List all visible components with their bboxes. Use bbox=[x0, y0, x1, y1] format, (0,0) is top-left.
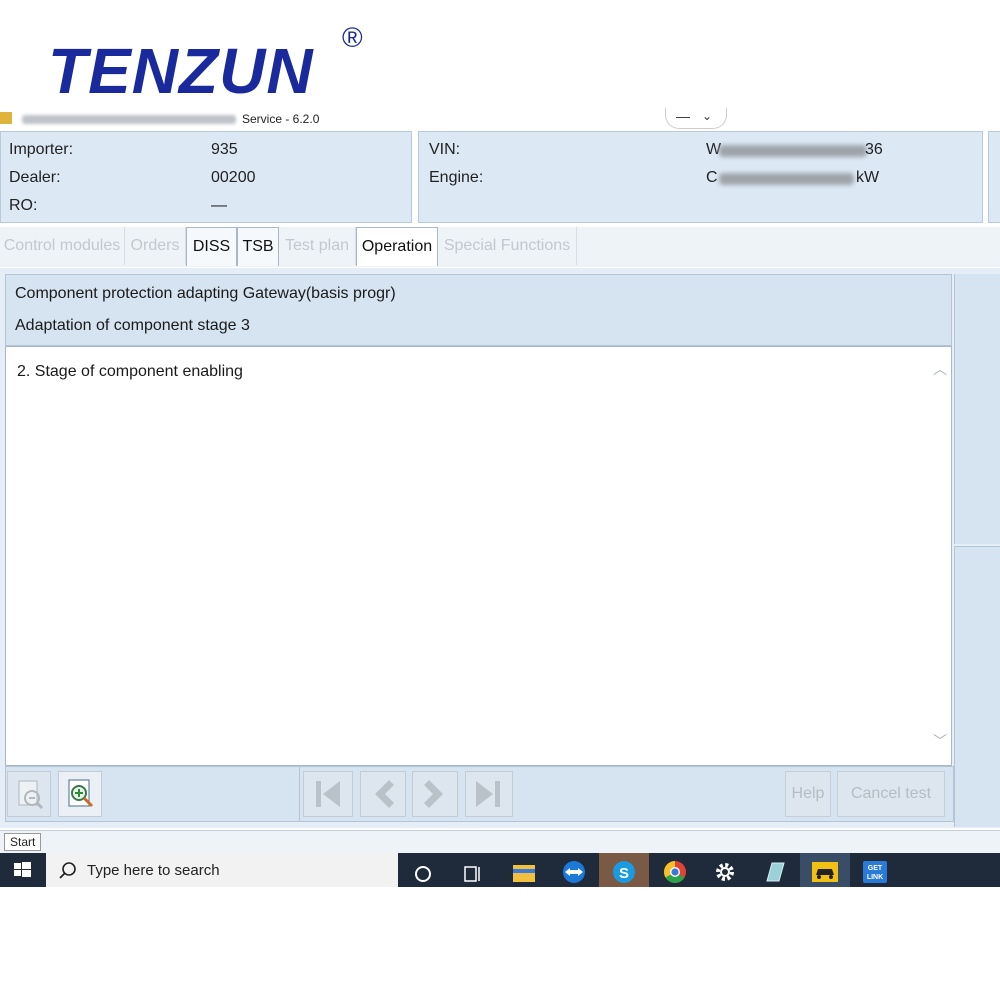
operation-header: Component protection adapting Gateway(ba… bbox=[5, 274, 952, 346]
skip-first-icon bbox=[316, 781, 340, 807]
zoom-out-button[interactable] bbox=[7, 771, 51, 817]
taskbar-search-box[interactable]: Type here to search bbox=[46, 853, 398, 887]
chrome-icon bbox=[664, 861, 686, 883]
app-icon bbox=[0, 112, 12, 124]
importer-value: 935 bbox=[211, 141, 238, 158]
operation-subtitle: Adaptation of component stage 3 bbox=[15, 317, 250, 334]
info-panel-edge bbox=[988, 131, 1000, 223]
content-pane: 2. Stage of component enabling ︿ ﹀ bbox=[5, 346, 952, 766]
getlink-button[interactable]: GET LINK bbox=[850, 853, 900, 887]
previous-button[interactable] bbox=[360, 771, 406, 817]
importer-label: Importer: bbox=[9, 141, 74, 158]
app-start-bar: Start bbox=[0, 830, 1000, 853]
scroll-up-icon[interactable]: ︿ bbox=[933, 359, 947, 379]
dealer-label: Dealer: bbox=[9, 169, 61, 186]
settings-button[interactable] bbox=[700, 853, 750, 887]
engine-label: Engine: bbox=[429, 169, 484, 186]
tab-orders[interactable]: Orders bbox=[125, 227, 186, 265]
cortana-button[interactable] bbox=[398, 853, 448, 887]
tab-special-functions[interactable]: Special Functions bbox=[438, 227, 577, 265]
settings-icon bbox=[716, 863, 734, 881]
blurred-app-name bbox=[22, 115, 236, 124]
task-view-icon bbox=[464, 866, 480, 882]
skip-last-icon bbox=[476, 781, 500, 807]
skip-first-button[interactable] bbox=[303, 771, 353, 817]
registered-mark: ® bbox=[342, 22, 363, 53]
scroll-down-icon[interactable]: ﹀ bbox=[933, 731, 947, 751]
start-button[interactable]: Start bbox=[4, 833, 42, 851]
chrome-button[interactable] bbox=[650, 853, 700, 887]
svg-text:S: S bbox=[619, 865, 629, 882]
engine-value-start: C bbox=[706, 169, 718, 186]
cortana-icon bbox=[415, 866, 431, 882]
tab-bar: Control modules Orders DISS TSB Test pla… bbox=[0, 227, 1000, 267]
vin-blurred-value bbox=[719, 145, 867, 157]
minimize-button[interactable]: — bbox=[676, 108, 690, 124]
task-view-button[interactable] bbox=[448, 853, 498, 887]
teamviewer-button[interactable] bbox=[549, 853, 599, 887]
tab-operation[interactable]: Operation bbox=[356, 227, 438, 266]
vin-value-end: 36 bbox=[865, 141, 883, 158]
brand-logo: TENZUN bbox=[48, 35, 314, 107]
help-button[interactable]: Help bbox=[785, 771, 831, 817]
operation-title: Component protection adapting Gateway(ba… bbox=[15, 285, 396, 302]
next-button[interactable] bbox=[412, 771, 458, 817]
bottom-toolbar: Help Cancel test bbox=[5, 766, 954, 822]
chevron-down-icon[interactable]: ⌄ bbox=[702, 109, 712, 123]
previous-icon bbox=[375, 780, 394, 808]
ro-value: — bbox=[211, 197, 227, 214]
file-explorer-button[interactable] bbox=[499, 853, 549, 887]
content-text: 2. Stage of component enabling bbox=[17, 363, 243, 380]
svg-text:LINK: LINK bbox=[867, 874, 883, 881]
side-panel-top bbox=[954, 274, 1000, 544]
svg-text:GET: GET bbox=[868, 865, 883, 872]
app-icon bbox=[766, 862, 785, 882]
tab-diss[interactable]: DISS bbox=[186, 227, 237, 266]
engine-value-end: kW bbox=[856, 169, 880, 186]
zoom-in-button[interactable] bbox=[58, 771, 102, 817]
zoom-in-icon bbox=[68, 779, 94, 808]
vin-label: VIN: bbox=[429, 141, 461, 158]
tab-control-modules[interactable]: Control modules bbox=[0, 227, 125, 265]
tab-tsb[interactable]: TSB bbox=[237, 227, 279, 266]
dealer-value: 00200 bbox=[211, 169, 256, 186]
side-panel-bottom bbox=[954, 546, 1000, 827]
windows-start-button[interactable] bbox=[0, 853, 46, 887]
skype-button[interactable]: S bbox=[599, 853, 649, 887]
window-controls: — ⌄ bbox=[665, 108, 727, 129]
getlink-icon: GET LINK bbox=[863, 861, 887, 883]
search-icon bbox=[59, 862, 76, 879]
window-title-bar: Service - 6.2.0 bbox=[0, 108, 1000, 130]
window-title: Service - 6.2.0 bbox=[242, 112, 320, 126]
vehicle-info-panel: VIN: W 36 Engine: C kW bbox=[418, 131, 983, 223]
file-explorer-icon bbox=[513, 865, 535, 882]
skip-last-button[interactable] bbox=[465, 771, 513, 817]
windows-taskbar: Type here to search S GET LINK bbox=[0, 853, 1000, 887]
diagnostic-car-icon bbox=[812, 862, 838, 882]
app-button[interactable] bbox=[750, 853, 800, 887]
dealer-info-panel: Importer: 935 Dealer: 00200 RO: — bbox=[0, 131, 412, 223]
search-placeholder: Type here to search bbox=[87, 862, 220, 879]
cancel-test-button[interactable]: Cancel test bbox=[837, 771, 945, 817]
windows-logo-icon bbox=[14, 862, 31, 877]
diagnostic-car-button[interactable] bbox=[800, 853, 850, 887]
toolbar-separator bbox=[299, 767, 300, 821]
teamviewer-icon bbox=[563, 861, 585, 883]
skype-icon: S bbox=[613, 861, 635, 883]
ro-label: RO: bbox=[9, 197, 38, 214]
tab-test-plan[interactable]: Test plan bbox=[279, 227, 356, 265]
next-icon bbox=[424, 780, 443, 808]
engine-blurred-value bbox=[719, 173, 854, 185]
zoom-out-icon bbox=[18, 780, 44, 810]
